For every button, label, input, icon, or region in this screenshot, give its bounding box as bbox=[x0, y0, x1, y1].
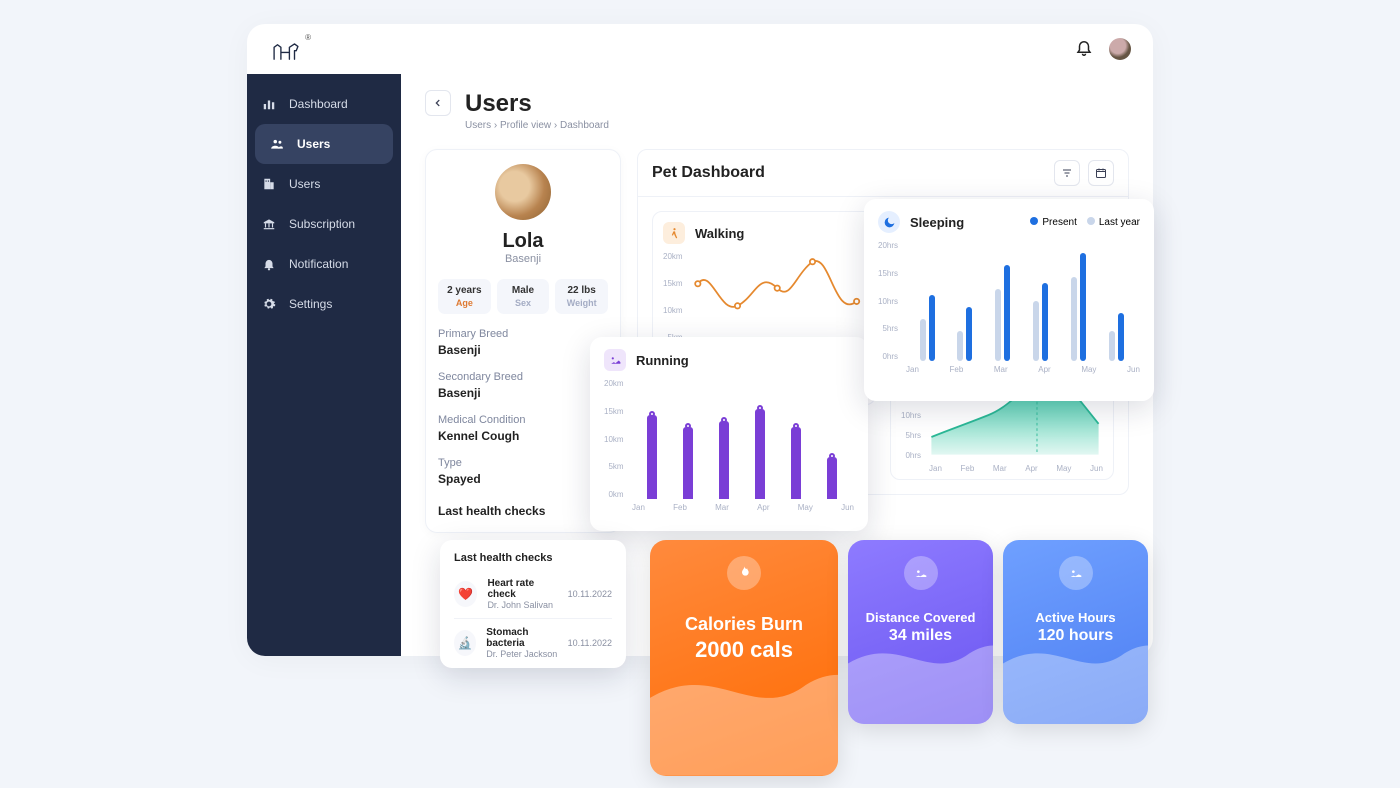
running-bar bbox=[791, 427, 801, 499]
breadcrumb: Users › Profile view › Dashboard bbox=[465, 120, 609, 131]
sidebar-item-label: Dashboard bbox=[289, 97, 348, 111]
health-checks-title: Last health checks bbox=[454, 552, 612, 564]
health-check-item[interactable]: ❤️Heart rate checkDr. John Salivan10.11.… bbox=[454, 570, 612, 619]
org-icon bbox=[261, 176, 277, 192]
topbar: ® bbox=[247, 24, 1153, 74]
sidebar-item-notification[interactable]: Notification bbox=[247, 244, 401, 284]
field-label: Primary Breed bbox=[438, 328, 608, 340]
flame-icon bbox=[727, 556, 761, 590]
walking-title: Walking bbox=[695, 226, 744, 241]
walking-icon bbox=[663, 222, 685, 244]
walking-chart bbox=[689, 252, 865, 342]
health-icon: ❤️ bbox=[454, 581, 477, 607]
pet-chip-age: 2 yearsAge bbox=[438, 279, 491, 314]
field-value: Basenji bbox=[438, 343, 608, 357]
health-icon: 🔬 bbox=[454, 630, 476, 656]
sidebar-item-users[interactable]: Users bbox=[247, 164, 401, 204]
legend-present: Present bbox=[1030, 217, 1076, 228]
running-icon bbox=[604, 349, 626, 371]
user-avatar[interactable] bbox=[1109, 38, 1131, 60]
sleeping-card: Sleeping Present Last year 20hrs15hrs10h… bbox=[864, 199, 1154, 401]
sidebar-item-subscription[interactable]: Subscription bbox=[247, 204, 401, 244]
dashboard-icon bbox=[261, 96, 277, 112]
bell-icon bbox=[261, 256, 277, 272]
sidebar-item-settings[interactable]: Settings bbox=[247, 284, 401, 324]
sidebar-item-dashboard[interactable]: Dashboard bbox=[247, 84, 401, 124]
field-value: Basenji bbox=[438, 386, 608, 400]
pet-name: Lola bbox=[438, 230, 608, 253]
last-health-checks-label: Last health checks bbox=[438, 504, 608, 518]
field-value: Spayed bbox=[438, 472, 608, 486]
back-button[interactable] bbox=[425, 90, 451, 116]
sleeping-bar-group bbox=[1033, 241, 1048, 361]
field-value: Kennel Cough bbox=[438, 429, 608, 443]
health-check-item[interactable]: 🔬Stomach bacteriaDr. Peter Jackson10.11.… bbox=[454, 619, 612, 667]
stat-distance-covered[interactable]: Distance Covered34 miles bbox=[848, 540, 993, 724]
stat-active-hours[interactable]: Active Hours120 hours bbox=[1003, 540, 1148, 724]
gear-icon bbox=[261, 296, 277, 312]
sidebar-item-label: Notification bbox=[289, 257, 348, 271]
users-icon bbox=[269, 136, 285, 152]
sidebar-item-label: Subscription bbox=[289, 217, 355, 231]
field-label: Medical Condition bbox=[438, 414, 608, 426]
pet-chip-weight: 22 lbsWeight bbox=[555, 279, 608, 314]
pet-breed: Basenji bbox=[438, 253, 608, 265]
calendar-button[interactable] bbox=[1088, 160, 1114, 186]
bank-icon bbox=[261, 216, 277, 232]
running-title: Running bbox=[636, 353, 689, 368]
page-title: Users bbox=[465, 90, 609, 118]
field-label: Type bbox=[438, 457, 608, 469]
running-bar bbox=[755, 409, 765, 499]
dog-icon bbox=[1059, 556, 1093, 590]
notification-icon[interactable] bbox=[1075, 38, 1093, 61]
sleeping-title: Sleeping bbox=[910, 215, 964, 230]
filter-button[interactable] bbox=[1054, 160, 1080, 186]
running-bar bbox=[719, 421, 729, 499]
sleeping-icon bbox=[878, 211, 900, 233]
running-bar bbox=[647, 415, 657, 499]
sidebar-item-label: Users bbox=[289, 177, 320, 191]
running-bar bbox=[827, 457, 837, 499]
pet-chip-sex: MaleSex bbox=[497, 279, 550, 314]
running-bar bbox=[683, 427, 693, 499]
sidebar-item-label: Settings bbox=[289, 297, 332, 311]
stats-row: Calories Burn2000 calsDistance Covered34… bbox=[650, 540, 1148, 776]
stat-label: Calories Burn bbox=[650, 614, 838, 635]
pet-avatar bbox=[495, 164, 551, 220]
brand-logo: ® bbox=[269, 36, 309, 62]
sleeping-bar-group bbox=[920, 241, 935, 361]
field-label: Secondary Breed bbox=[438, 371, 608, 383]
sidebar-item-label: Users bbox=[297, 137, 330, 151]
dashboard-title: Pet Dashboard bbox=[652, 164, 765, 182]
running-card: Running 20km15km10km5km0km JanFebMarAprM… bbox=[590, 337, 868, 531]
dog-icon bbox=[904, 556, 938, 590]
sleeping-bar-group bbox=[995, 241, 1010, 361]
legend-lastyear: Last year bbox=[1087, 217, 1140, 228]
sleeping-bar-group bbox=[957, 241, 972, 361]
sidebar: Dashboard Users Users Subscription Notificat… bbox=[247, 74, 401, 656]
stat-calories-burn[interactable]: Calories Burn2000 cals bbox=[650, 540, 838, 776]
sleeping-bar-group bbox=[1071, 241, 1086, 361]
sidebar-item-users[interactable]: Users bbox=[255, 124, 393, 164]
health-checks-card: Last health checks ❤️Heart rate checkDr.… bbox=[440, 540, 626, 668]
sleeping-bar-group bbox=[1109, 241, 1124, 361]
